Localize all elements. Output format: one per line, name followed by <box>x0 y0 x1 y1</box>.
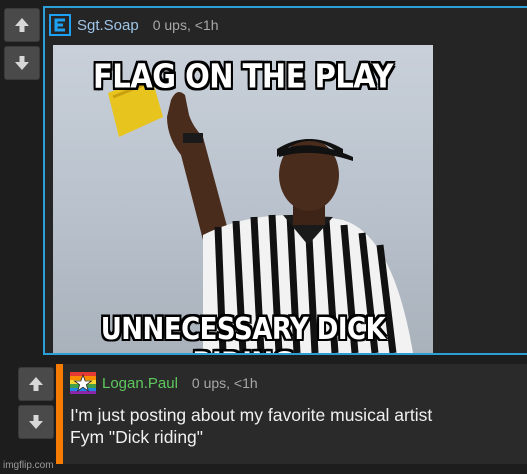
downvote-button[interactable] <box>18 405 54 439</box>
meme-top-text: FLAG ON THE PLAY <box>92 56 394 96</box>
comment-logan-paul: Logan.Paul 0 ups, <1h I'm just posting a… <box>56 364 527 464</box>
arrow-up-icon <box>15 18 29 32</box>
username-link[interactable]: Sgt.Soap <box>77 17 139 34</box>
vote-controls-2 <box>18 367 54 439</box>
comment-body-line: Fym "Dick riding" <box>70 427 203 447</box>
meme-bottom-text: UNNECESSARY DICK RIDING <box>100 312 386 354</box>
comment-body: I'm just posting about my favorite music… <box>70 404 432 448</box>
comment-sgt-soap: Sgt.Soap 0 ups, <1h FLAG ON THE PLAY UNN… <box>43 6 527 355</box>
upvote-button[interactable] <box>18 367 54 401</box>
rainbow-star-badge-icon <box>70 372 96 394</box>
comment-meta: 0 ups, <1h <box>152 17 219 33</box>
arrow-down-icon <box>29 415 43 429</box>
vote-controls-1 <box>4 8 40 80</box>
imgflip-watermark: imgflip.com <box>3 460 54 471</box>
upvote-button[interactable] <box>4 8 40 42</box>
comment-header: Sgt.Soap 0 ups, <1h <box>49 14 219 36</box>
meme-image[interactable]: FLAG ON THE PLAY UNNECESSARY DICK RIDING <box>53 45 433 353</box>
user-badge-icon <box>49 14 71 36</box>
comment-meta: 0 ups, <1h <box>191 375 258 391</box>
username-link[interactable]: Logan.Paul <box>102 375 178 392</box>
downvote-button[interactable] <box>4 46 40 80</box>
arrow-down-icon <box>15 56 29 70</box>
comment-header: Logan.Paul 0 ups, <1h <box>70 372 258 394</box>
arrow-up-icon <box>29 377 43 391</box>
comment-body-line: I'm just posting about my favorite music… <box>70 405 433 425</box>
